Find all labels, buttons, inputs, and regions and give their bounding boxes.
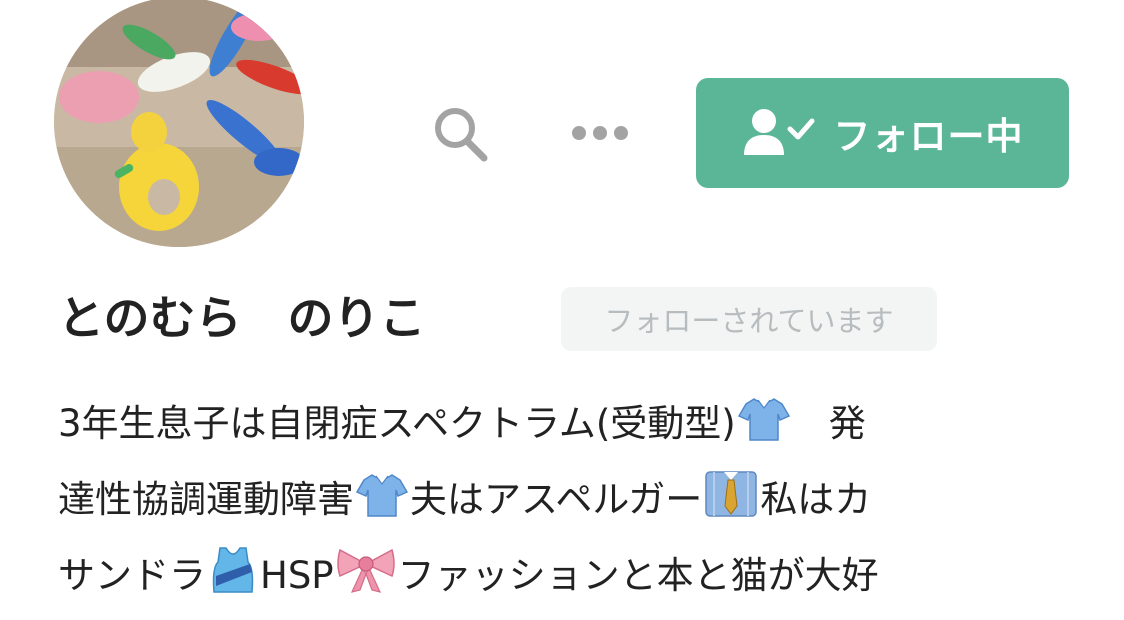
following-button-label: フォロー中: [833, 115, 1024, 158]
bio-text: ファッションと本と猫が大好: [397, 554, 879, 597]
blue-shirt-emoji: [355, 468, 409, 544]
running-shirt-emoji: [208, 544, 258, 620]
search-button[interactable]: [420, 98, 500, 170]
profile-name: とのむら のりこ: [58, 291, 426, 345]
bio-text: 3年生息子は自閉症スペクトラム(受動型): [58, 402, 736, 445]
bio-text: 達性協調運動障害: [58, 478, 354, 521]
bio-text: サンドラ: [58, 554, 206, 597]
profile-avatar[interactable]: [54, 0, 304, 247]
blue-shirt-emoji: [737, 392, 790, 468]
more-dots-icon: [572, 126, 628, 140]
bio-text: 私はカ: [760, 478, 872, 521]
bio-line-2: 達性協調運動障害 夫はアスペルガー 私はカ: [58, 462, 1068, 538]
avatar-photo: [54, 0, 304, 247]
follows-you-badge: フォローされています: [561, 287, 937, 351]
bio-text: HSP: [260, 554, 334, 597]
ribbon-emoji: [336, 544, 396, 620]
bio-text: 発: [791, 402, 866, 445]
necktie-shirt-emoji: [704, 468, 758, 544]
bio-line-3: サンドラ HSP ファッションと本と猫が大好: [58, 538, 1068, 614]
following-button[interactable]: フォロー中: [696, 78, 1069, 188]
bio-text: 夫はアスペルガー: [410, 478, 703, 521]
more-options-button[interactable]: [560, 108, 640, 158]
user-check-icon: [743, 109, 814, 155]
search-icon: [435, 108, 488, 162]
bio-line-1: 3年生息子は自閉症スペクトラム(受動型) 発: [58, 386, 1068, 462]
profile-bio: 3年生息子は自閉症スペクトラム(受動型) 発 達性協調運動障害 夫はアスペルガー 私…: [58, 386, 1068, 614]
